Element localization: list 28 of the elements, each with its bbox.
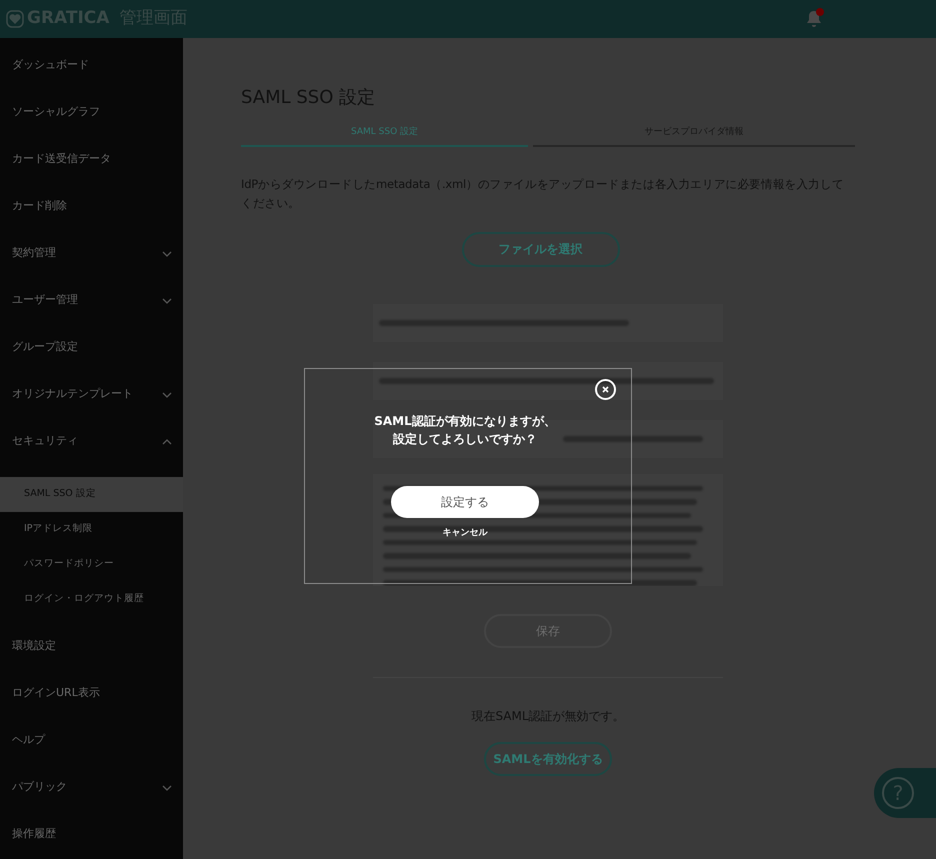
sidebar-item[interactable]: 操作履歴: [12, 826, 56, 843]
sidebar-item[interactable]: ダッシュボード: [12, 57, 89, 74]
sidebar-item[interactable]: グループ設定: [12, 339, 78, 356]
cancel-link[interactable]: キャンセル: [442, 527, 488, 539]
close-button[interactable]: [595, 379, 616, 400]
sidebar-item[interactable]: 契約管理: [12, 245, 56, 262]
sidebar-item[interactable]: セキュリティ: [12, 433, 78, 450]
sidebar-item[interactable]: 環境設定: [12, 638, 56, 655]
sidebar-item[interactable]: オリジナルテンプレート: [12, 386, 133, 403]
dialog-message: SAML認証が有効になりますが、 設定してよろしいですか？: [374, 413, 556, 448]
sidebar-item[interactable]: ヘルプ: [12, 732, 45, 749]
close-icon: [602, 386, 609, 393]
sidebar-subitem[interactable]: ログイン・ログアウト履歴: [0, 582, 183, 617]
tab[interactable]: SAML SSO 設定: [241, 126, 528, 146]
confirm-button[interactable]: 設定する: [391, 486, 539, 518]
sidebar-item[interactable]: ログインURL表示: [12, 685, 100, 702]
sidebar-item[interactable]: ソーシャルグラフ: [12, 104, 100, 121]
input-field[interactable]: [373, 362, 723, 400]
sidebar-item[interactable]: カード削除: [12, 198, 67, 215]
sidebar-item[interactable]: カード送受信データ: [12, 151, 111, 168]
bell-icon: [806, 10, 822, 28]
enable-saml-button[interactable]: SAMLを有効化する: [484, 742, 612, 776]
sidebar-subitem[interactable]: パスワードポリシー: [0, 547, 183, 582]
sidebar-subitem[interactable]: IPアドレス制限: [0, 512, 183, 547]
sidebar-item[interactable]: パブリック: [12, 779, 67, 796]
sidebar-item[interactable]: ユーザー管理: [12, 292, 78, 309]
heart-logo-icon: [6, 10, 24, 28]
file-select-button[interactable]: ファイルを選択: [462, 232, 620, 266]
